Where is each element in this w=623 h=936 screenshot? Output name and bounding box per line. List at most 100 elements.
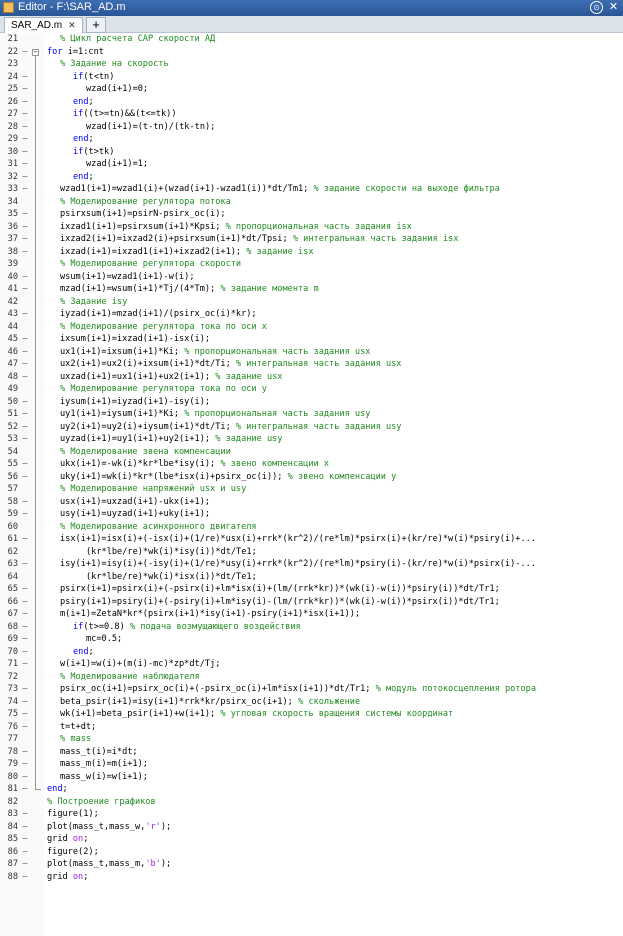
breakpoint-marker[interactable]: —	[21, 233, 29, 246]
breakpoint-marker[interactable]: —	[21, 83, 29, 96]
close-icon[interactable]: ✕	[607, 1, 620, 14]
breakpoint-marker[interactable]: —	[21, 246, 29, 259]
breakpoint-marker[interactable]: —	[21, 496, 29, 509]
code-line[interactable]: 62 (kr*lbe/re)*wk(i)*isy(i))*dt/Te1;	[0, 546, 623, 559]
breakpoint-marker[interactable]: —	[21, 371, 29, 384]
code-line[interactable]: 53— uyzad(i+1)=uy1(i+1)+uy2(i+1); % задан…	[0, 433, 623, 446]
code-line[interactable]: 56— uky(i+1)=wk(i)*kr*(lbe*isx(i)+psirx_o…	[0, 471, 623, 484]
breakpoint-marker[interactable]: —	[21, 758, 29, 771]
code-line[interactable]: 86— figure(2);	[0, 846, 623, 859]
breakpoint-marker[interactable]: —	[21, 708, 29, 721]
code-line[interactable]: 77 % mass	[0, 733, 623, 746]
breakpoint-marker[interactable]: —	[21, 433, 29, 446]
code-line[interactable]: 71— w(i+1)=w(i)+(m(i)-mc)*zp*dt/Tj;	[0, 658, 623, 671]
fold-toggle-icon[interactable]: −	[32, 48, 39, 56]
code-line[interactable]: 82 % Построение графиков	[0, 796, 623, 809]
code-line[interactable]: 85— grid on;	[0, 833, 623, 846]
code-line[interactable]: 35— psirxsum(i+1)=psirN-psirx_oc(i);	[0, 208, 623, 221]
code-line[interactable]: 49 % Моделирование регулятора тока по оси…	[0, 383, 623, 396]
breakpoint-marker[interactable]: —	[21, 358, 29, 371]
breakpoint-marker[interactable]: —	[21, 271, 29, 284]
code-line[interactable]: 72 % Моделирование наблюдателя	[0, 671, 623, 684]
window-menu-icon[interactable]: ⊙	[590, 1, 603, 14]
code-line[interactable]: 22— − for i=1:cnt	[0, 46, 623, 59]
code-line[interactable]: 21 % Цикл расчета САР скорости АД	[0, 33, 623, 46]
breakpoint-marker[interactable]: —	[21, 421, 29, 434]
code-line[interactable]: 51— uy1(i+1)=iysum(i+1)*Ki; % пропорциона…	[0, 408, 623, 421]
code-line[interactable]: 80— mass_w(i)=w(i+1);	[0, 771, 623, 784]
breakpoint-marker[interactable]: —	[21, 746, 29, 759]
breakpoint-marker[interactable]: —	[21, 646, 29, 659]
code-line[interactable]: 60 % Моделирование асинхронного двигателя	[0, 521, 623, 534]
code-line[interactable]: 73— psirx_oc(i+1)=psirx_oc(i)+(-psirx_oc(…	[0, 683, 623, 696]
breakpoint-marker[interactable]: —	[21, 771, 29, 784]
tab-close-icon[interactable]: ✕	[68, 20, 76, 30]
code-line[interactable]: 61— isx(i+1)=isx(i)+(-isx(i)+(1/re)*usx(i…	[0, 533, 623, 546]
code-line[interactable]: 88— grid on;	[0, 871, 623, 884]
code-line[interactable]: 27— if((t>=tn)&&(t<=tk))	[0, 108, 623, 121]
code-editor[interactable]: 21% Цикл расчета САР скорости АД 22— − for …	[0, 33, 623, 936]
code-line[interactable]: 47— ux2(i+1)=ux2(i)+ixsum(i+1)*dt/Ti; % и…	[0, 358, 623, 371]
code-line[interactable]: 38— ixzad(i+1)=ixzad1(i+1)+ixzad2(i+1); %…	[0, 246, 623, 259]
breakpoint-marker[interactable]: —	[21, 858, 29, 871]
breakpoint-marker[interactable]: —	[21, 121, 29, 134]
code-line[interactable]: 76— t=t+dt;	[0, 721, 623, 734]
code-line[interactable]: 36— ixzad1(i+1)=psirxsum(i+1)*Kpsi; % про…	[0, 221, 623, 234]
code-line[interactable]: 87— plot(mass_t,mass_m,'b');	[0, 858, 623, 871]
code-line[interactable]: 81— end;	[0, 783, 623, 796]
code-line[interactable]: 44 % Моделирование регулятора тока по оси…	[0, 321, 623, 334]
breakpoint-marker[interactable]: —	[21, 458, 29, 471]
code-line[interactable]: 57 % Моделирование напряжений usx и usy	[0, 483, 623, 496]
breakpoint-marker[interactable]: —	[21, 133, 29, 146]
code-line[interactable]: 50— iysum(i+1)=iyzad(i+1)-isy(i);	[0, 396, 623, 409]
code-line[interactable]: 78— mass_t(i)=i*dt;	[0, 746, 623, 759]
code-line[interactable]: 32— end;	[0, 171, 623, 184]
code-line[interactable]: 79— mass_m(i)=m(i+1);	[0, 758, 623, 771]
code-line[interactable]: 59— usy(i+1)=uyzad(i+1)+uky(i+1);	[0, 508, 623, 521]
tab-sar-ad[interactable]: SAR_AD.m ✕	[4, 17, 83, 33]
breakpoint-marker[interactable]: —	[21, 471, 29, 484]
breakpoint-marker[interactable]: —	[21, 783, 29, 796]
breakpoint-marker[interactable]: —	[21, 608, 29, 621]
breakpoint-marker[interactable]: —	[21, 146, 29, 159]
breakpoint-marker[interactable]: —	[21, 283, 29, 296]
code-line[interactable]: 75— wk(i+1)=beta_psir(i+1)+w(i+1); % угло…	[0, 708, 623, 721]
code-line[interactable]: 39 % Моделирование регулятора скорости	[0, 258, 623, 271]
code-line[interactable]: 37— ixzad2(i+1)=ixzad2(i)+psirxsum(i+1)*d…	[0, 233, 623, 246]
code-line[interactable]: 43— iyzad(i+1)=mzad(i+1)/(psirx_oc(i)*kr)…	[0, 308, 623, 321]
breakpoint-marker[interactable]: —	[21, 396, 29, 409]
breakpoint-marker[interactable]: —	[21, 533, 29, 546]
code-line[interactable]: 83— figure(1);	[0, 808, 623, 821]
breakpoint-marker[interactable]: —	[21, 221, 29, 234]
code-line[interactable]: 58— usx(i+1)=uxzad(i+1)-ukx(i+1);	[0, 496, 623, 509]
code-line[interactable]: 25— wzad(i+1)=0;	[0, 83, 623, 96]
code-line[interactable]: 48— uxzad(i+1)=ux1(i+1)+ux2(i+1); % задан…	[0, 371, 623, 384]
code-line[interactable]: 41— mzad(i+1)=wsum(i+1)*Tj/(4*Tm); % зада…	[0, 283, 623, 296]
breakpoint-marker[interactable]: —	[21, 558, 29, 571]
code-line[interactable]: 45— ixsum(i+1)=ixzad(i+1)-isx(i);	[0, 333, 623, 346]
code-line[interactable]: 30— if(t>tk)	[0, 146, 623, 159]
breakpoint-marker[interactable]: —	[21, 658, 29, 671]
breakpoint-marker[interactable]: —	[21, 333, 29, 346]
breakpoint-marker[interactable]: —	[21, 96, 29, 109]
code-line[interactable]: 55— ukx(i+1)=-wk(i)*kr*lbe*isy(i); % звен…	[0, 458, 623, 471]
code-line[interactable]: 64 (kr*lbe/re)*wk(i)*isx(i))*dt/Te1;	[0, 571, 623, 584]
breakpoint-marker[interactable]: —	[21, 208, 29, 221]
code-line[interactable]: 65— psirx(i+1)=psirx(i)+(-psirx(i)+lm*isx…	[0, 583, 623, 596]
breakpoint-marker[interactable]: —	[21, 183, 29, 196]
code-line[interactable]: 24— if(t<tn)	[0, 71, 623, 84]
breakpoint-marker[interactable]: —	[21, 808, 29, 821]
breakpoint-marker[interactable]: —	[21, 696, 29, 709]
code-line[interactable]: 54 % Моделирование звена компенсации	[0, 446, 623, 459]
code-line[interactable]: 70— end;	[0, 646, 623, 659]
breakpoint-marker[interactable]: —	[21, 596, 29, 609]
breakpoint-marker[interactable]: —	[21, 871, 29, 884]
code-line[interactable]: 31— wzad(i+1)=1;	[0, 158, 623, 171]
breakpoint-marker[interactable]: —	[21, 821, 29, 834]
code-line[interactable]: 40— wsum(i+1)=wzad1(i+1)-w(i);	[0, 271, 623, 284]
code-line[interactable]: 23 % Задание на скорость	[0, 58, 623, 71]
breakpoint-marker[interactable]: —	[21, 108, 29, 121]
breakpoint-marker[interactable]: —	[21, 583, 29, 596]
code-line[interactable]: 52— uy2(i+1)=uy2(i)+iysum(i+1)*dt/Ti; % и…	[0, 421, 623, 434]
code-line[interactable]: 74— beta_psir(i+1)=isy(i+1)*rrk*kr/psirx_…	[0, 696, 623, 709]
